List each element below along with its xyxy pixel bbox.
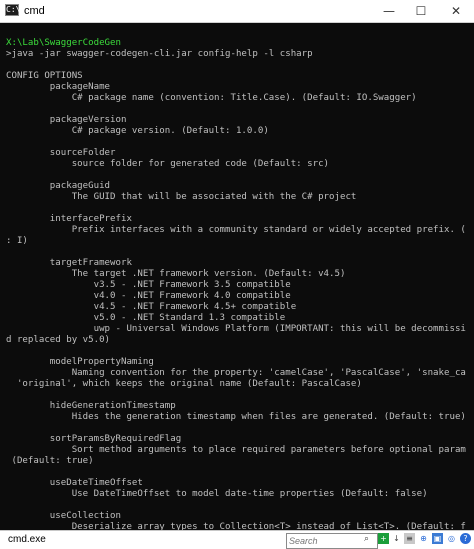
console-line: useDateTimeOffset [6, 478, 143, 488]
cmd-app-icon: C:\ [5, 4, 21, 16]
globe-icon[interactable]: ◎ [446, 533, 457, 544]
console-line: CONFIG OPTIONS [6, 71, 83, 81]
console-line: C# package version. (Default: 1.0.0) [6, 126, 269, 136]
console-line: v4.5 - .NET Framework 4.5+ compatible [6, 302, 297, 312]
console-line: Use DateTimeOffset to model date-time pr… [6, 489, 428, 499]
title-bar: C:\ cmd — ☐ ✕ [0, 0, 474, 23]
console-line: targetFramework [6, 258, 132, 268]
help-icon[interactable]: ? [460, 533, 471, 544]
console-line: The target .NET framework version. (Defa… [6, 269, 346, 279]
close-button[interactable]: ✕ [440, 0, 472, 22]
prompt-path-line: X:\Lab\SwaggerCodeGen [6, 38, 121, 48]
console-line: The GUID that will be associated with th… [6, 192, 357, 202]
console-line: uwp - Universal Windows Platform (IMPORT… [6, 324, 474, 334]
console-line: Naming convention for the property: 'cam… [6, 368, 474, 378]
minimize-button[interactable]: — [373, 0, 405, 22]
console-line: interfacePrefix [6, 214, 132, 224]
console-line: C# package name (convention: Title.Case)… [6, 93, 417, 103]
console-output[interactable]: X:\Lab\SwaggerCodeGen >java -jar swagger… [0, 23, 474, 530]
console-line: useCollection [6, 511, 121, 521]
maximize-button[interactable]: ☐ [405, 0, 437, 22]
console-line: sourceFolder [6, 148, 116, 158]
image-icon[interactable]: ▣ [432, 533, 443, 544]
console-line: v5.0 - .NET Standard 1.3 compatible [6, 313, 286, 323]
search-icon[interactable]: ⌕ [364, 533, 369, 545]
console-line: Sort method arguments to place required … [6, 445, 474, 455]
console-line: packageGuid [6, 181, 111, 191]
window-title: cmd [24, 5, 45, 17]
arrow-down-icon[interactable]: ↓ [391, 533, 402, 544]
console-line: source folder for generated code (Defaul… [6, 159, 330, 169]
console-line: sortParamsByRequiredFlag [6, 434, 182, 444]
console-line: Deserialize array types to Collection<T>… [6, 522, 474, 530]
console-line: 'original', which keeps the original nam… [6, 379, 362, 389]
console-line: : I) [6, 236, 28, 246]
taskbar: cmd.exe ⌕ + ↓ ≡ ⊕ ▣ ◎ ? [0, 530, 474, 549]
console-line: Hides the generation timestamp when file… [6, 412, 466, 422]
console-line: packageName [6, 82, 111, 92]
menu-icon[interactable]: ≡ [404, 533, 415, 544]
add-icon[interactable]: + [378, 533, 389, 544]
console-line: modelPropertyNaming [6, 357, 154, 367]
taskbar-item-cmd[interactable]: cmd.exe [8, 533, 46, 547]
console-line: hideGenerationTimestamp [6, 401, 176, 411]
console-line: v4.0 - .NET Framework 4.0 compatible [6, 291, 291, 301]
console-line: v3.5 - .NET Framework 3.5 compatible [6, 280, 291, 290]
console-line: (Default: true) [6, 456, 94, 466]
target-icon[interactable]: ⊕ [418, 533, 429, 544]
console-line: Prefix interfaces with a community stand… [6, 225, 474, 235]
command-line: >java -jar swagger-codegen-cli.jar confi… [6, 49, 313, 59]
console-line: d replaced by v5.0) [6, 335, 111, 345]
console-line: packageVersion [6, 115, 127, 125]
console-scrollbar[interactable] [466, 23, 474, 530]
